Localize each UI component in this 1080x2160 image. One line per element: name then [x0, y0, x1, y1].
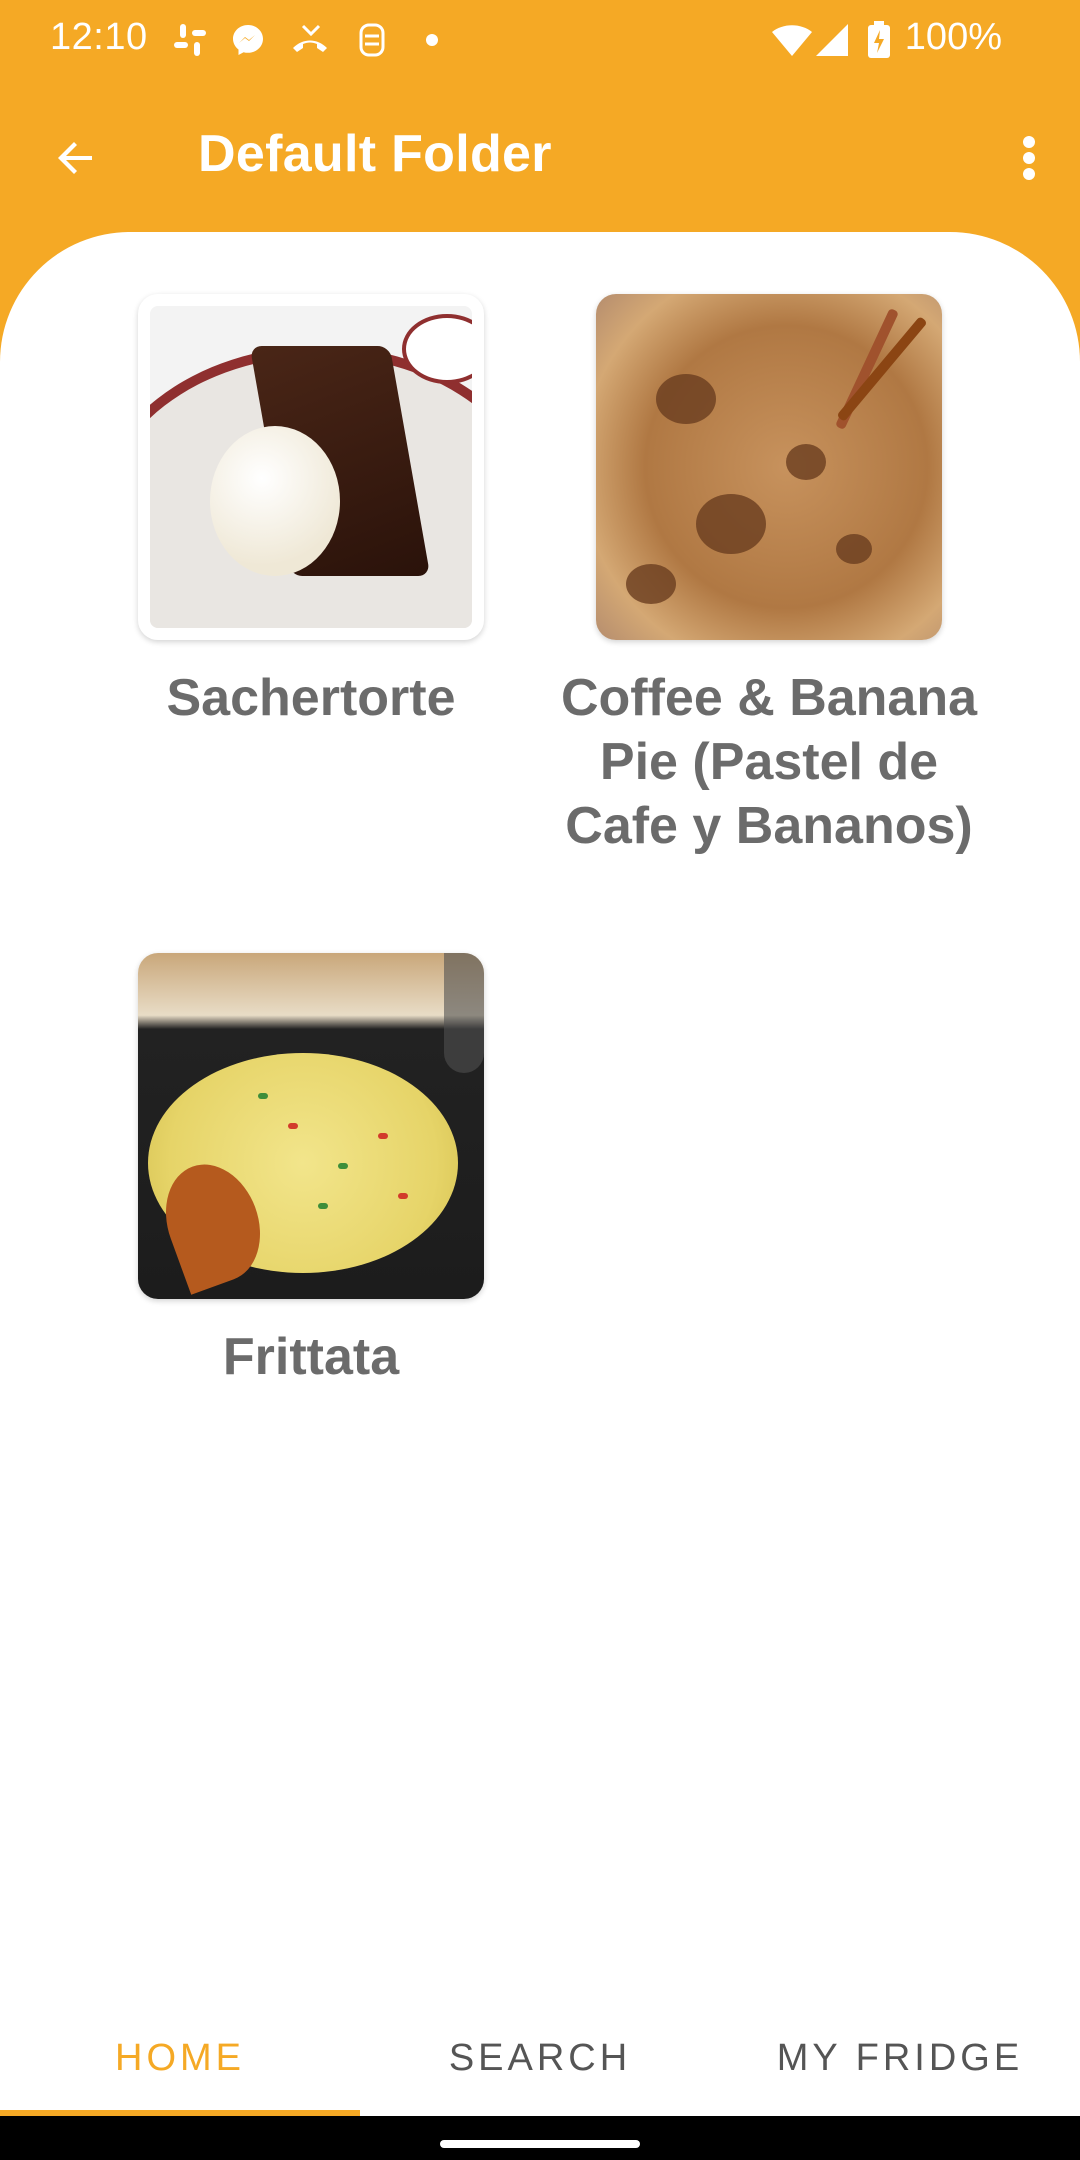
recipe-title: Frittata [222, 1328, 400, 1386]
more-vertical-icon [1023, 136, 1035, 180]
home-gesture-handle[interactable] [440, 2140, 640, 2148]
signal-icon [812, 20, 852, 60]
battery-percent: 100% [904, 16, 1002, 58]
app-bar: Default Folder [0, 80, 1080, 230]
recipe-card-coffee-banana-pie[interactable]: Coffee & Banana Pie (Pastel de Cafe y Ba… [561, 294, 977, 858]
alert-icon [352, 20, 392, 60]
tab-my-fridge[interactable]: MY FRIDGE [720, 2000, 1080, 2116]
status-bar: 12:10 100% [0, 0, 1080, 80]
dot-icon [420, 20, 444, 60]
battery-charging-icon [864, 20, 894, 60]
overflow-menu-button[interactable] [1002, 126, 1056, 190]
screen: 12:10 100% Default Folder Sachertorte Co… [0, 0, 1080, 2160]
slack-icon [170, 20, 210, 60]
recipe-title: Sachertorte [166, 669, 456, 727]
status-time: 12:10 [50, 16, 148, 58]
recipe-thumbnail [596, 294, 942, 640]
recipe-card-frittata[interactable]: Frittata [138, 953, 484, 1389]
missed-call-icon [288, 20, 332, 60]
bottom-navigation: HOME SEARCH MY FRIDGE [0, 2000, 1080, 2116]
back-button[interactable] [36, 126, 116, 190]
recipe-thumbnail [138, 294, 484, 640]
arrow-left-icon [58, 142, 92, 174]
tab-home[interactable]: HOME [0, 2000, 360, 2116]
recipe-title: Coffee & Banana Pie (Pastel de Cafe y Ba… [560, 669, 978, 855]
tab-search[interactable]: SEARCH [360, 2000, 720, 2116]
recipe-thumbnail [138, 953, 484, 1299]
system-gesture-bar [0, 2116, 1080, 2160]
wifi-icon [768, 20, 816, 60]
page-title: Default Folder [198, 125, 552, 183]
recipe-card-sachertorte[interactable]: Sachertorte [138, 294, 484, 730]
messenger-icon [228, 20, 268, 60]
